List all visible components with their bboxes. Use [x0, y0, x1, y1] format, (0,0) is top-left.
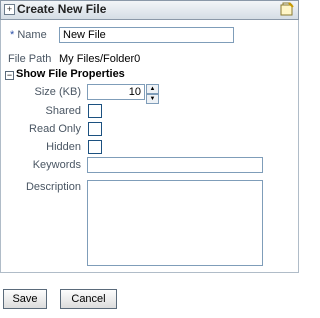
size-input[interactable]: [87, 84, 145, 100]
spin-up-icon[interactable]: ▲: [146, 84, 159, 94]
read-only-label: Read Only: [29, 123, 81, 135]
title-expand-icon[interactable]: +: [4, 4, 15, 15]
save-button[interactable]: Save: [3, 289, 47, 309]
keywords-label: Keywords: [32, 159, 81, 171]
description-textarea[interactable]: [87, 180, 263, 266]
size-label: Size (KB): [34, 86, 81, 98]
shared-label: Shared: [45, 105, 81, 117]
shared-checkbox[interactable]: [88, 104, 102, 118]
new-file-icon[interactable]: [280, 2, 294, 16]
description-label: Description: [25, 181, 81, 193]
section-collapse-icon[interactable]: −: [5, 71, 14, 80]
file-path-value: My Files/Folder0: [59, 53, 141, 65]
hidden-label: Hidden: [46, 141, 81, 153]
file-path-label: File Path: [8, 53, 52, 65]
read-only-checkbox[interactable]: [88, 122, 102, 136]
dialog-titlebar: + Create New File: [0, 0, 299, 20]
keywords-input[interactable]: [87, 157, 263, 173]
file-properties-section-title[interactable]: Show File Properties: [16, 68, 125, 80]
hidden-checkbox[interactable]: [88, 140, 102, 154]
dialog-title: Create New File: [17, 2, 107, 16]
required-marker: *: [10, 29, 15, 41]
size-spinner: ▲ ▼: [146, 84, 159, 104]
spin-down-icon[interactable]: ▼: [146, 94, 159, 104]
name-input[interactable]: [59, 27, 234, 43]
name-label-row: * Name: [10, 29, 47, 41]
cancel-button[interactable]: Cancel: [60, 289, 117, 309]
name-label: Name: [17, 29, 47, 41]
